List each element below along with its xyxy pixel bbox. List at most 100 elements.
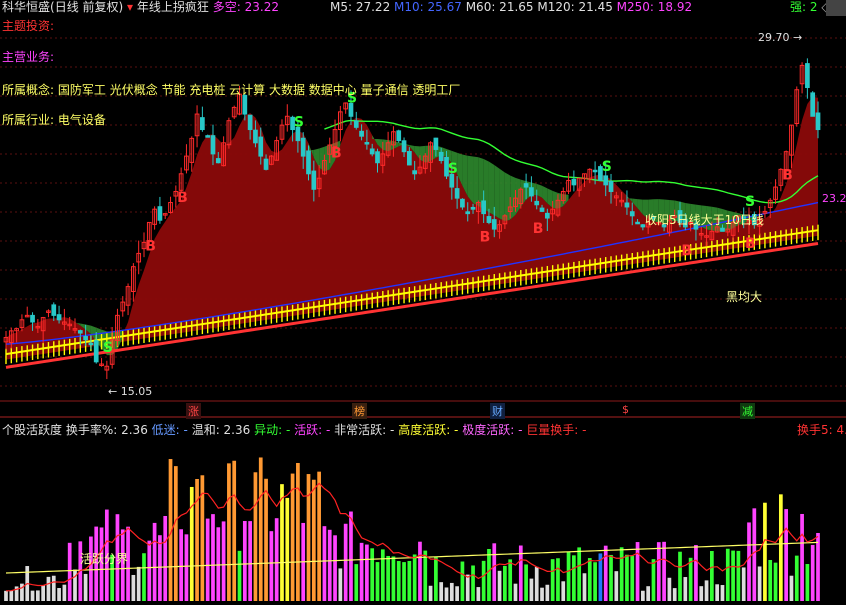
activity-bar (205, 518, 210, 601)
activity-bar (720, 585, 725, 601)
ma10-value: M10: 25.67 (394, 0, 462, 14)
activity-bar (402, 562, 406, 601)
activity-bar (370, 548, 375, 601)
industry-value: 电气设备 (57, 113, 106, 127)
candle-body (481, 200, 487, 215)
activity-bar (704, 580, 709, 601)
activity-bar (285, 497, 290, 601)
activity-bar (57, 588, 61, 601)
activity-chart[interactable] (0, 418, 846, 605)
candle-body (258, 136, 264, 157)
activity-bar (545, 584, 550, 601)
activity-bar (136, 566, 141, 601)
ma120-value: M120: 21.45 (537, 0, 613, 14)
candle-body (306, 150, 311, 175)
activity-bar (582, 573, 587, 601)
activity-bar (343, 523, 348, 601)
theme-label: 主题投资: (2, 19, 55, 33)
scroll-arrow-icon[interactable] (826, 0, 846, 16)
candle-body (242, 94, 248, 115)
ribbon-green-segment (504, 172, 511, 222)
very-active-value: 非常活跃: - (334, 423, 395, 437)
business-label: 主营业务: (2, 50, 55, 64)
activity-bar (534, 566, 539, 601)
activity-bar (428, 585, 433, 601)
stock-name[interactable]: 科华恒盛 (2, 0, 50, 14)
activity-bar (46, 576, 51, 601)
s-marker: S (745, 194, 755, 210)
activity-bar (593, 562, 597, 601)
event-tag-jian[interactable]: 减 (740, 403, 755, 419)
event-tag-zhang[interactable]: 涨 (186, 403, 201, 419)
candle-body (465, 211, 471, 215)
low-price-value: 15.05 (120, 385, 153, 398)
activity-bar (439, 582, 444, 601)
duokong-value: 23.22 (244, 0, 279, 14)
indicator-title[interactable]: 年线上拐疯狂 (137, 0, 209, 14)
activity-bar (736, 550, 741, 601)
ribbon-green-segment (499, 168, 505, 222)
duokong-label: 多空: (212, 0, 241, 14)
activity-bar (51, 575, 56, 601)
candle-body (300, 137, 306, 157)
activity-bar (667, 577, 672, 601)
activity-bar (173, 466, 178, 601)
period-label[interactable]: (日线 前复权) (50, 0, 123, 14)
event-tag-dollar[interactable]: $ (620, 403, 631, 416)
event-tag-cai[interactable]: 财 (490, 403, 505, 419)
ribbon-green-segment (473, 156, 479, 207)
activity-bar (773, 562, 778, 601)
activity-bar (349, 511, 353, 601)
activity-bar (784, 509, 789, 601)
activity-bar (778, 494, 783, 601)
event-tag-bang[interactable]: 榜 (352, 403, 367, 419)
activity-bar (444, 587, 449, 601)
activity-bar (322, 526, 327, 601)
candle-body (200, 117, 205, 131)
sub-title[interactable]: 个股活跃度 (2, 423, 62, 437)
activity-bar (264, 478, 268, 601)
kline-chart[interactable]: SSSSSSSBBBBBBBBB (0, 0, 846, 418)
activity-bar (805, 564, 810, 601)
ma60-value: M60: 21.65 (465, 0, 534, 14)
activity-bar (89, 536, 93, 601)
s-marker: S (602, 159, 612, 175)
candle-body (77, 330, 83, 334)
ma250-value: M250: 18.92 (616, 0, 693, 14)
high-active-value: 高度活跃: - (398, 423, 459, 437)
ribbon-green-segment (488, 161, 495, 216)
activity-bar (513, 583, 518, 601)
right-price-label: 23.22 (822, 192, 846, 205)
candle-body (470, 206, 476, 210)
activity-bar (715, 584, 720, 601)
activity-bar (566, 551, 571, 601)
b-marker: B (782, 168, 793, 184)
activity-bar (290, 473, 295, 601)
candle-body (406, 151, 412, 166)
activity-bar (800, 513, 804, 601)
activity-bar (407, 560, 412, 601)
candle-body (30, 314, 35, 323)
concepts-label: 所属概念: (2, 83, 55, 97)
activity-bar (412, 554, 417, 601)
candle-body (401, 140, 407, 153)
active-value: 活跃: - (294, 423, 331, 437)
activity-bar (248, 521, 252, 601)
ribbon-green-segment (552, 190, 558, 209)
activity-bar (418, 541, 422, 601)
activity-bar (487, 548, 491, 601)
activity-bar (131, 574, 136, 601)
activity-bar (41, 585, 46, 601)
activity-bar (614, 571, 619, 601)
dropdown-icon[interactable]: ▾ (127, 0, 133, 14)
activity-bar (396, 561, 401, 601)
activity-bar (327, 529, 332, 601)
candle-body (529, 187, 534, 197)
activity-bar (763, 502, 767, 601)
activity-bar (572, 555, 576, 601)
activity-bar (380, 549, 385, 601)
industry-label: 所属行业: (2, 113, 55, 127)
activity-bar (556, 558, 560, 601)
high-price-value: 29.70 (758, 31, 790, 44)
activity-bar (731, 550, 735, 601)
